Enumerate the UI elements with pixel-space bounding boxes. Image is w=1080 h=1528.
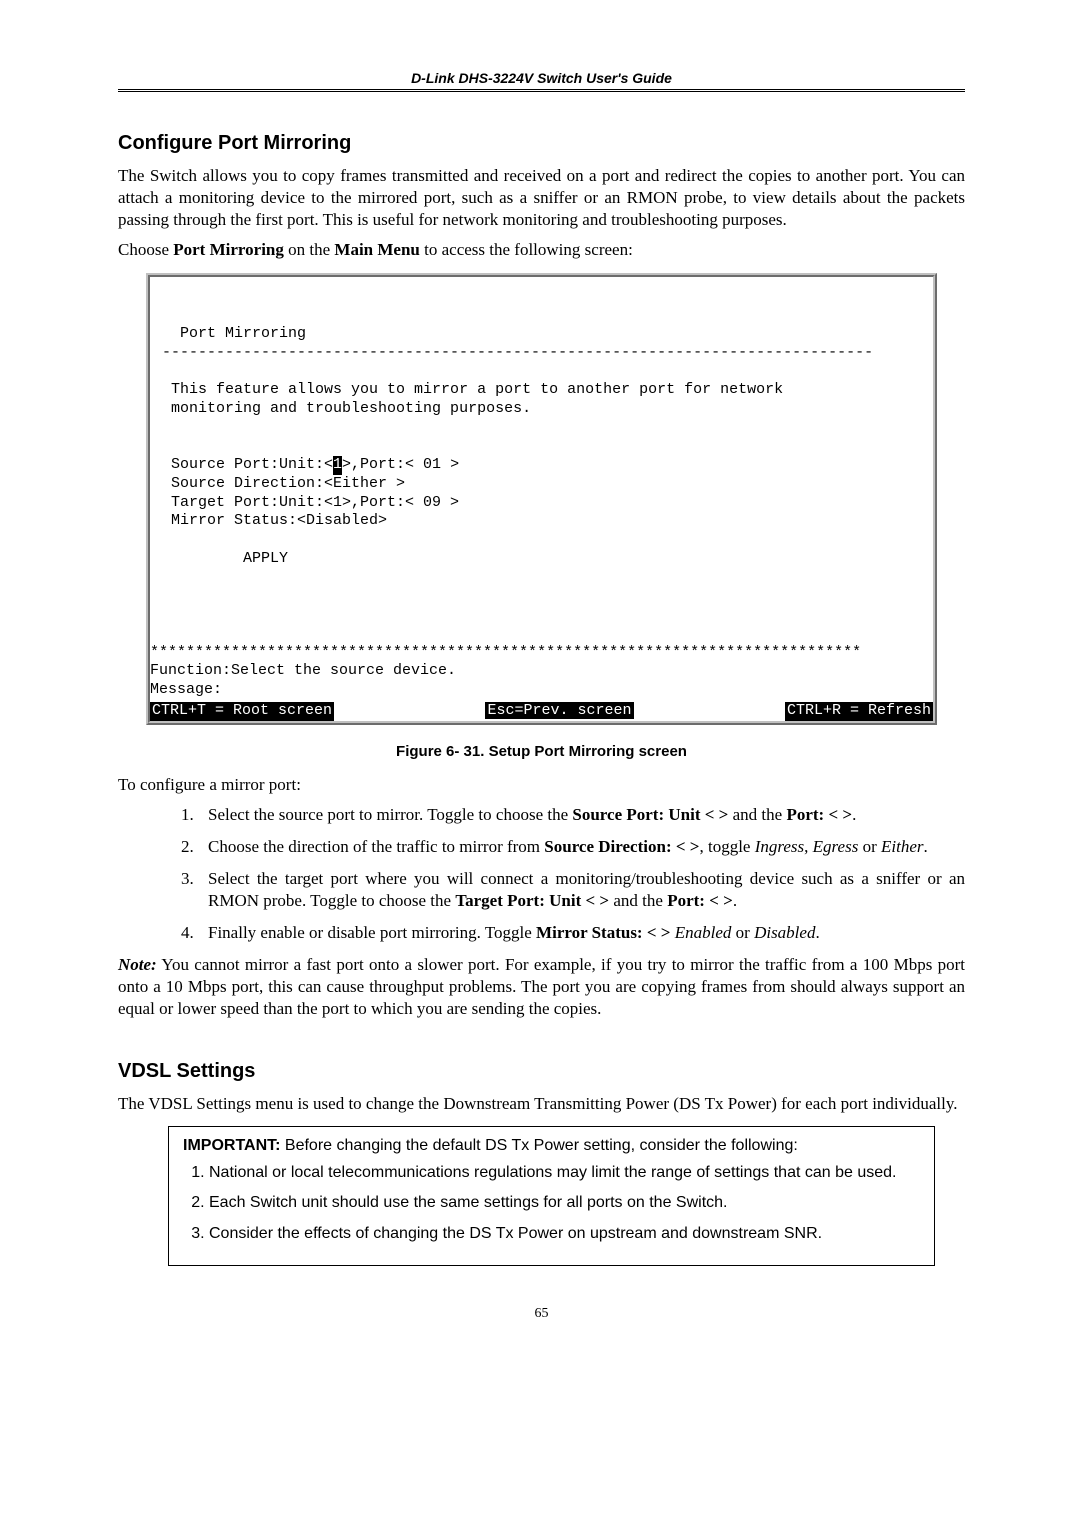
header-rule-top [118, 89, 965, 90]
sb-mid-wrap: Esc=Prev. screen [334, 702, 785, 721]
src-pre: Source Port:Unit:< [171, 456, 333, 473]
page: D-Link DHS-3224V Switch User's Guide Con… [0, 0, 1080, 1362]
note-paragraph: Note: You cannot mirror a fast port onto… [118, 954, 965, 1020]
note-label: Note: [118, 955, 157, 974]
term-title: Port Mirroring [180, 325, 306, 342]
section-title-vdsl: VDSL Settings [118, 1060, 965, 1083]
sb-mid: Esc=Prev. screen [485, 702, 633, 719]
s4e: . [815, 923, 819, 942]
s3b2: Port: < > [667, 891, 733, 910]
sb-left: CTRL+T = Root screen [150, 702, 334, 721]
p2-post: to access the following screen: [420, 240, 633, 259]
mirror-status: Mirror Status:<Disabled> [171, 512, 387, 529]
s2i2: Egress [813, 837, 859, 856]
term-bottom: ****************************************… [150, 644, 933, 721]
important-2: Each Switch unit should use the same set… [209, 1193, 920, 1214]
important-list: National or local telecommunications reg… [183, 1163, 920, 1245]
s3c: and the [609, 891, 667, 910]
func: Function:Select the source device. [150, 662, 456, 679]
step-3: Select the target port where you will co… [198, 868, 965, 912]
tgt: Target Port:Unit:<1>,Port:< 09 > [171, 494, 459, 511]
step-4: Finally enable or disable port mirroring… [198, 922, 965, 944]
p2-b1: Port Mirroring [173, 240, 284, 259]
s2a: Choose the direction of the traffic to m… [208, 837, 544, 856]
sb-right: CTRL+R = Refresh [785, 702, 933, 721]
s2f: . [924, 837, 928, 856]
s4a: Finally enable or disable port mirroring… [208, 923, 536, 942]
s2d: , [804, 837, 813, 856]
p2-pre: Choose [118, 240, 173, 259]
config-intro: To configure a mirror port: [118, 774, 965, 796]
p2-mid: on the [284, 240, 335, 259]
page-number: 65 [118, 1306, 965, 1322]
note-text: You cannot mirror a fast port onto a slo… [118, 955, 965, 1018]
s3d: . [733, 891, 737, 910]
term-desc1: This feature allows you to mirror a port… [171, 381, 783, 398]
configure-steps: Select the source port to mirror. Toggle… [118, 804, 965, 944]
s2i1: Ingress [755, 837, 804, 856]
important-1: National or local telecommunications reg… [209, 1163, 920, 1184]
s1c: and the [728, 805, 786, 824]
s4i2: Disabled [754, 923, 815, 942]
intro-p2: Choose Port Mirroring on the Main Menu t… [118, 239, 965, 261]
term-desc2: monitoring and troubleshooting purposes. [171, 400, 531, 417]
step-2: Choose the direction of the traffic to m… [198, 836, 965, 858]
src-dir: Source Direction:<Either > [171, 475, 405, 492]
important-box: IMPORTANT: Before changing the default D… [168, 1126, 935, 1266]
s2b1: Source Direction: < > [544, 837, 699, 856]
src-post: >,Port:< 01 > [342, 456, 459, 473]
s2e: or [858, 837, 881, 856]
msg: Message: [150, 681, 222, 698]
intro-p1: The Switch allows you to copy frames tra… [118, 165, 965, 231]
running-header: D-Link DHS-3224V Switch User's Guide [118, 70, 965, 86]
s1d: . [852, 805, 856, 824]
header-rule-bottom [118, 91, 965, 92]
important-heading: IMPORTANT: Before changing the default D… [183, 1137, 920, 1155]
important-3: Consider the effects of changing the DS … [209, 1224, 920, 1245]
section-title-port-mirroring: Configure Port Mirroring [118, 132, 965, 155]
s1b1: Source Port: Unit < > [572, 805, 728, 824]
term-rule: ----------------------------------------… [162, 344, 873, 361]
s4i1: Enabled [675, 923, 732, 942]
step-1: Select the source port to mirror. Toggle… [198, 804, 965, 826]
terminal-screenshot: Port Mirroring -------------------------… [146, 273, 937, 724]
status-bar: CTRL+T = Root screen Esc=Prev. screen CTRL… [150, 702, 933, 721]
s3b1: Target Port: Unit < > [455, 891, 609, 910]
term-cursor: 1 [333, 456, 342, 475]
s2i3: Either [881, 837, 924, 856]
terminal-content: Port Mirroring -------------------------… [150, 277, 933, 720]
p2-b2: Main Menu [334, 240, 419, 259]
s1a: Select the source port to mirror. Toggle… [208, 805, 572, 824]
stars: ****************************************… [150, 644, 861, 661]
important-rest: Before changing the default DS Tx Power … [280, 1137, 797, 1154]
figure-caption: Figure 6- 31. Setup Port Mirroring scree… [118, 743, 965, 760]
s1b2: Port: < > [786, 805, 852, 824]
vdsl-p1: The VDSL Settings menu is used to change… [118, 1093, 965, 1115]
term-top: Port Mirroring -------------------------… [150, 306, 933, 644]
s4b1: Mirror Status: < > [536, 923, 670, 942]
s4d: or [731, 923, 754, 942]
apply: APPLY [162, 550, 288, 567]
s2c: , toggle [699, 837, 754, 856]
important-label: IMPORTANT: [183, 1137, 280, 1154]
